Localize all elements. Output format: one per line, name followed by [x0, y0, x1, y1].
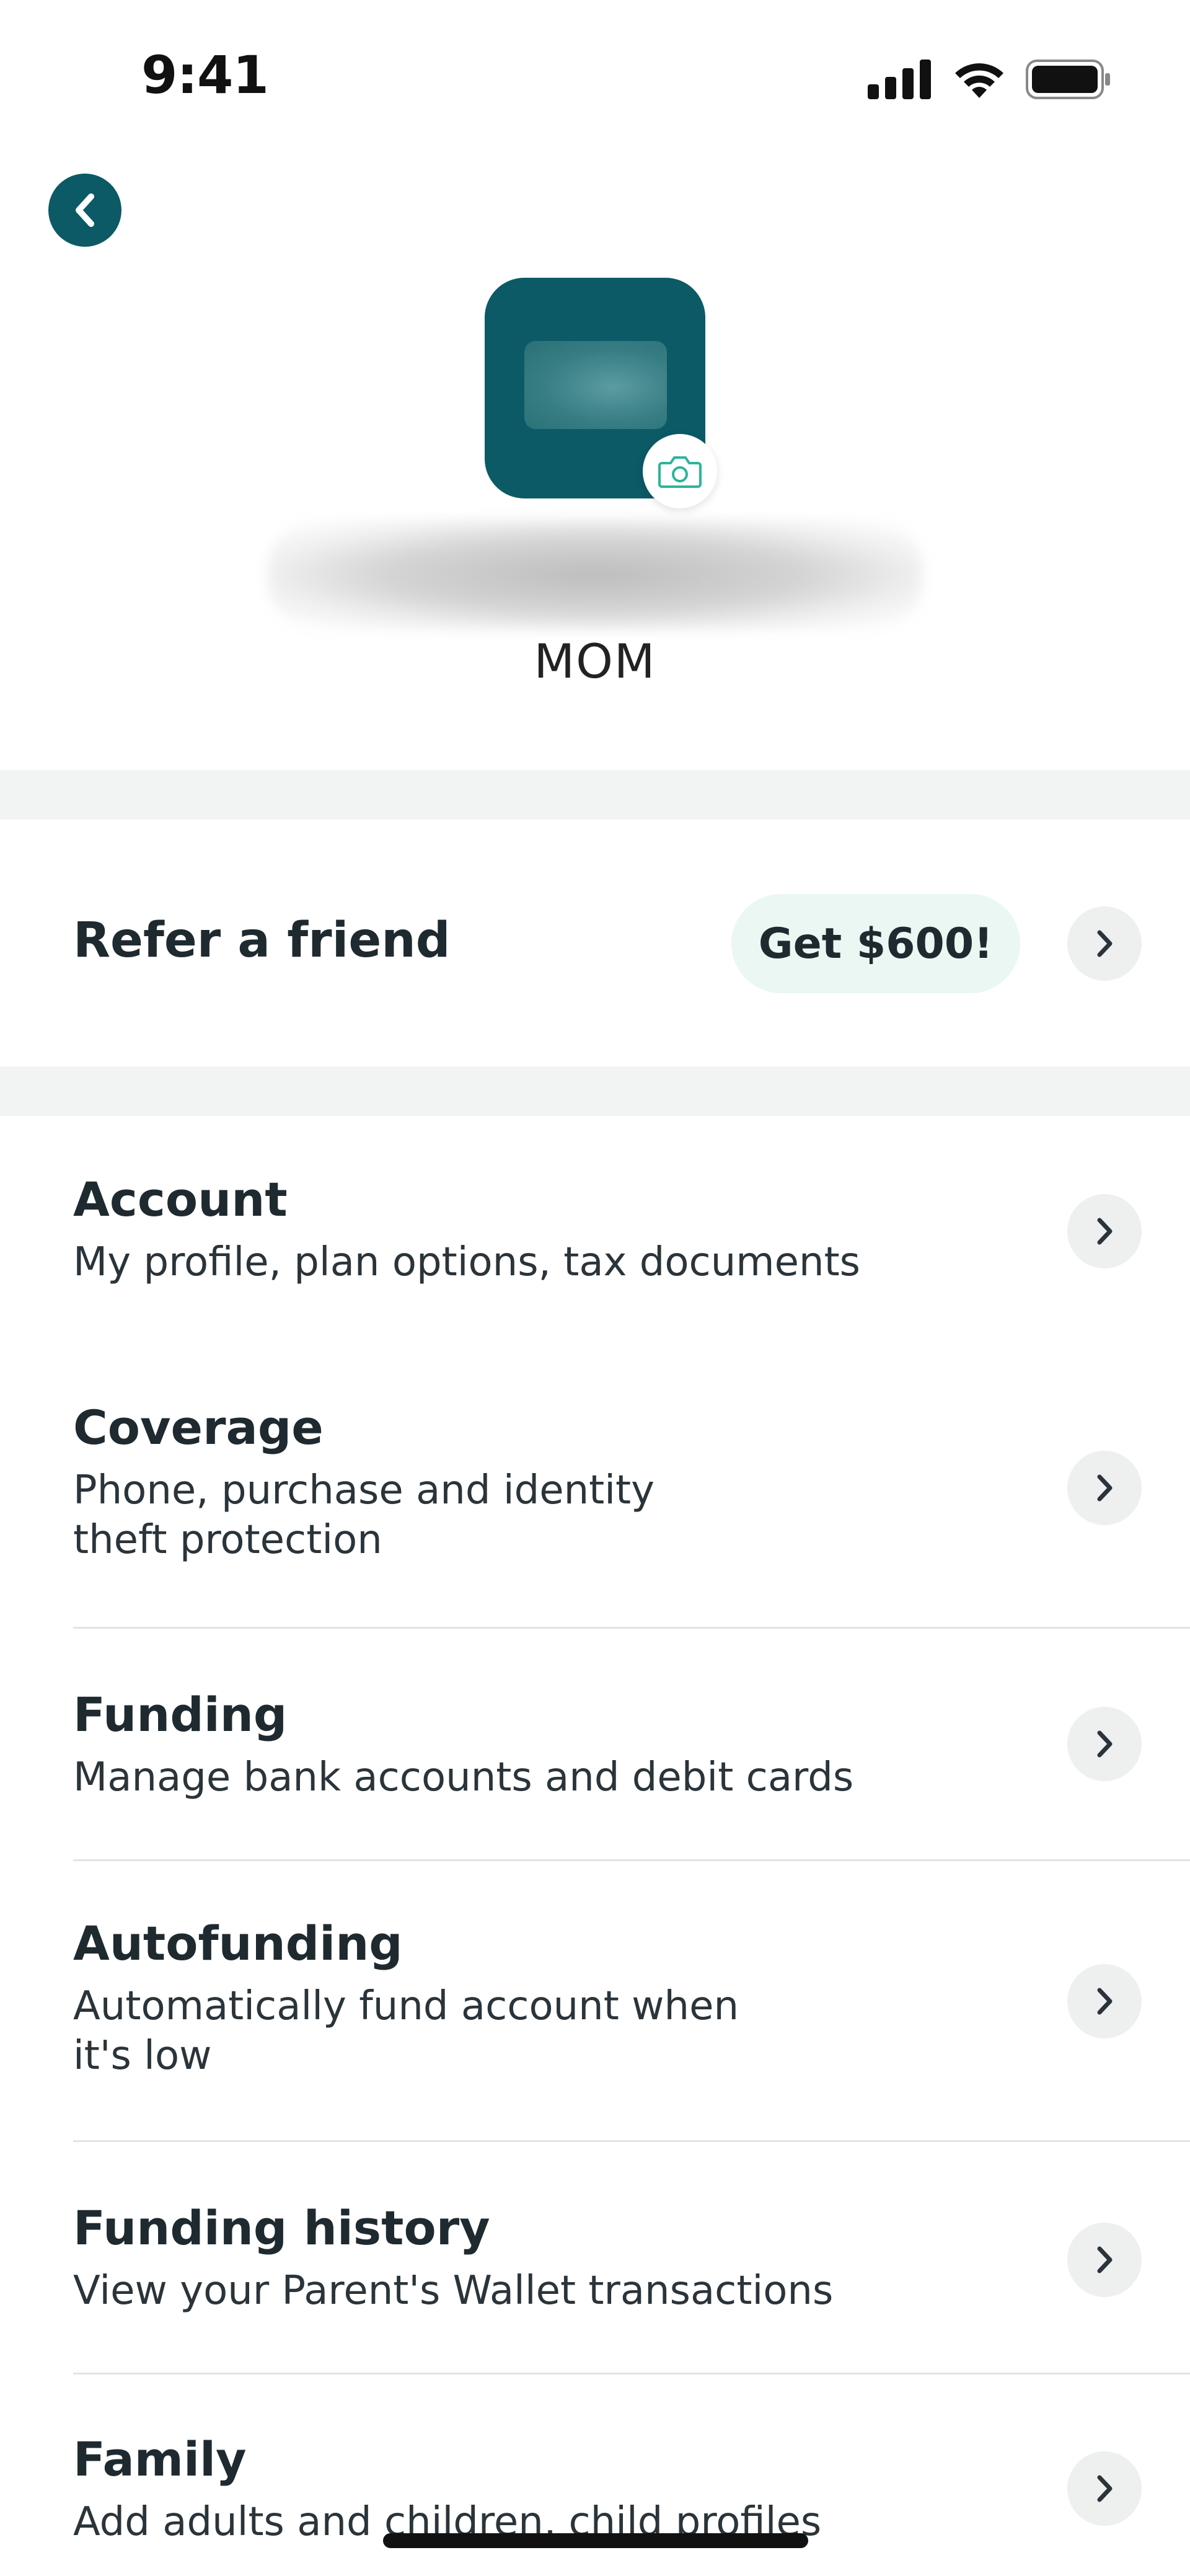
menu-item-subtitle: My profile, plan options, tax documents	[73, 1239, 860, 1285]
menu-item-funding-history[interactable]: Funding history View your Parent's Walle…	[0, 2142, 1190, 2373]
change-photo-button[interactable]	[643, 434, 717, 508]
refer-reward-badge[interactable]: Get $600!	[731, 894, 1020, 993]
menu-item-funding[interactable]: Funding Manage bank accounts and debit c…	[0, 1629, 1190, 1859]
menu-item-title: Funding history	[73, 2200, 490, 2255]
chevron-left-icon	[76, 193, 94, 227]
chevron-right-icon	[1097, 1988, 1113, 2015]
signal-icon	[868, 60, 931, 99]
menu-item-subtitle: Phone, purchase and identity theft prote…	[73, 1467, 654, 1563]
refer-friend-row[interactable]: Refer a friend Get $600!	[0, 820, 1190, 1066]
menu-item-account[interactable]: Account My profile, plan options, tax do…	[0, 1116, 1190, 1345]
camera-icon	[658, 456, 702, 488]
profile-relation: MOM	[534, 634, 656, 689]
chevron-right-button[interactable]	[1067, 1964, 1142, 2038]
battery-icon	[1026, 60, 1110, 99]
menu-item-title: Account	[73, 1172, 288, 1227]
chevron-right-button[interactable]	[1067, 2451, 1142, 2526]
refer-friend-label: Refer a friend	[73, 913, 451, 968]
status-bar: 9:41	[0, 0, 1190, 155]
menu-item-coverage[interactable]: Coverage Phone, purchase and identity th…	[0, 1345, 1190, 1628]
chevron-right-button[interactable]	[1067, 2223, 1142, 2297]
avatar-photo	[524, 341, 667, 429]
menu-item-title: Family	[73, 2432, 247, 2487]
section-divider	[0, 770, 1190, 820]
menu-item-title: Autofunding	[73, 1916, 403, 1971]
menu-item-title: Funding	[73, 1687, 288, 1742]
chevron-right-icon	[1097, 1730, 1113, 1758]
menu-item-subtitle: Automatically fund account when it's low	[73, 1983, 739, 2079]
back-button[interactable]	[48, 174, 121, 247]
wifi-icon	[955, 63, 1003, 98]
home-indicator	[383, 2533, 808, 2548]
chevron-right-icon	[1097, 2475, 1113, 2502]
avatar[interactable]	[485, 278, 717, 508]
section-divider	[0, 1066, 1190, 1116]
menu-item-title: Coverage	[73, 1400, 324, 1455]
chevron-right-icon	[1097, 2246, 1113, 2273]
profile-name-redacted	[268, 520, 922, 630]
chevron-right-icon	[1097, 930, 1113, 957]
chevron-right-icon	[1097, 1218, 1113, 1245]
chevron-right-button[interactable]	[1067, 1194, 1142, 1268]
status-time: 9:41	[141, 45, 269, 105]
menu-item-subtitle: View your Parent's Wallet transactions	[73, 2268, 834, 2314]
chevron-right-icon	[1097, 1474, 1113, 1502]
chevron-right-button[interactable]	[1067, 1707, 1142, 1781]
chevron-right-button[interactable]	[1067, 1451, 1142, 1525]
refer-chevron-button[interactable]	[1067, 906, 1142, 981]
menu-item-subtitle: Manage bank accounts and debit cards	[73, 1755, 854, 1800]
menu-item-autofunding[interactable]: Autofunding Automatically fund account w…	[0, 1861, 1190, 2140]
